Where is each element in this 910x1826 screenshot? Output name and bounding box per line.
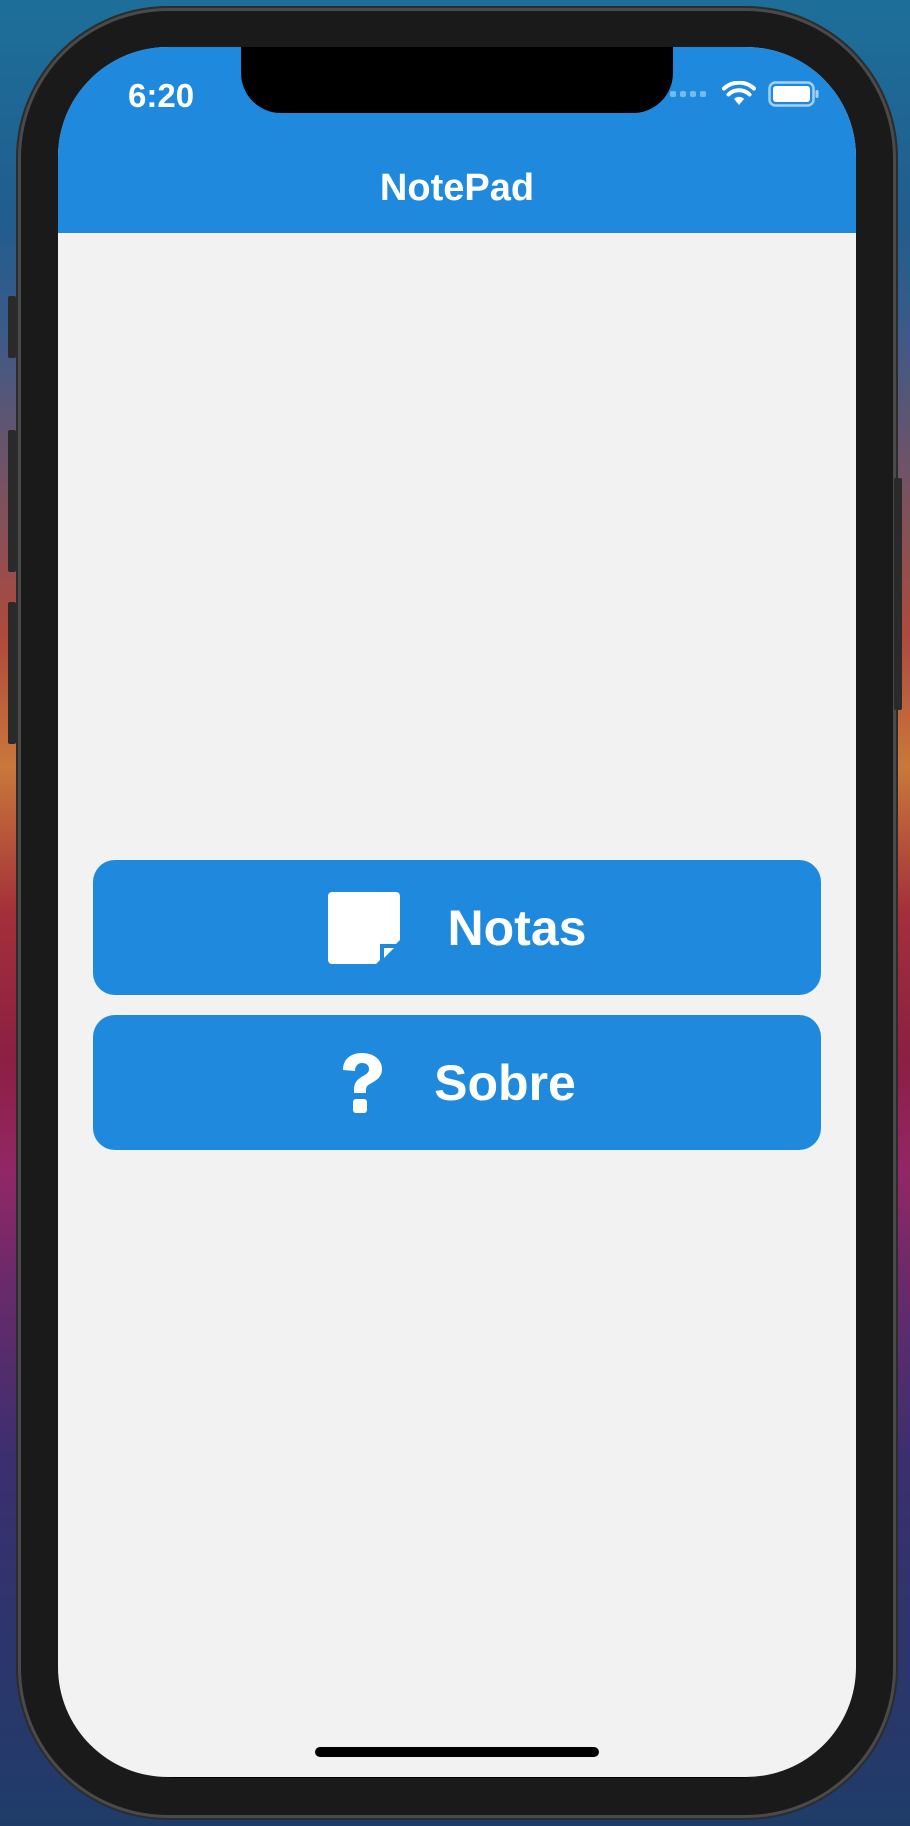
device-notch [241,47,673,113]
battery-icon [768,81,819,107]
app-screen: 6:20 NotePad Notas Sobre [58,47,856,1777]
wifi-icon [722,81,756,105]
home-indicator[interactable] [315,1747,599,1757]
sobre-button[interactable]: Sobre [93,1015,821,1150]
sticky-note-icon [327,891,400,964]
power-button [894,478,902,710]
notas-button[interactable]: Notas [93,860,821,995]
volume-down-button [8,602,16,744]
navigation-header: 6:20 NotePad [58,47,856,233]
sobre-button-label: Sobre [434,1054,576,1111]
status-time: 6:20 [128,77,195,114]
volume-up-button [8,430,16,572]
signal-dots-icon [670,91,706,97]
status-icons [670,81,820,107]
notas-button-label: Notas [447,899,587,956]
silent-switch [8,296,16,358]
page-title: NotePad [379,167,535,209]
question-mark-icon [343,1052,383,1113]
